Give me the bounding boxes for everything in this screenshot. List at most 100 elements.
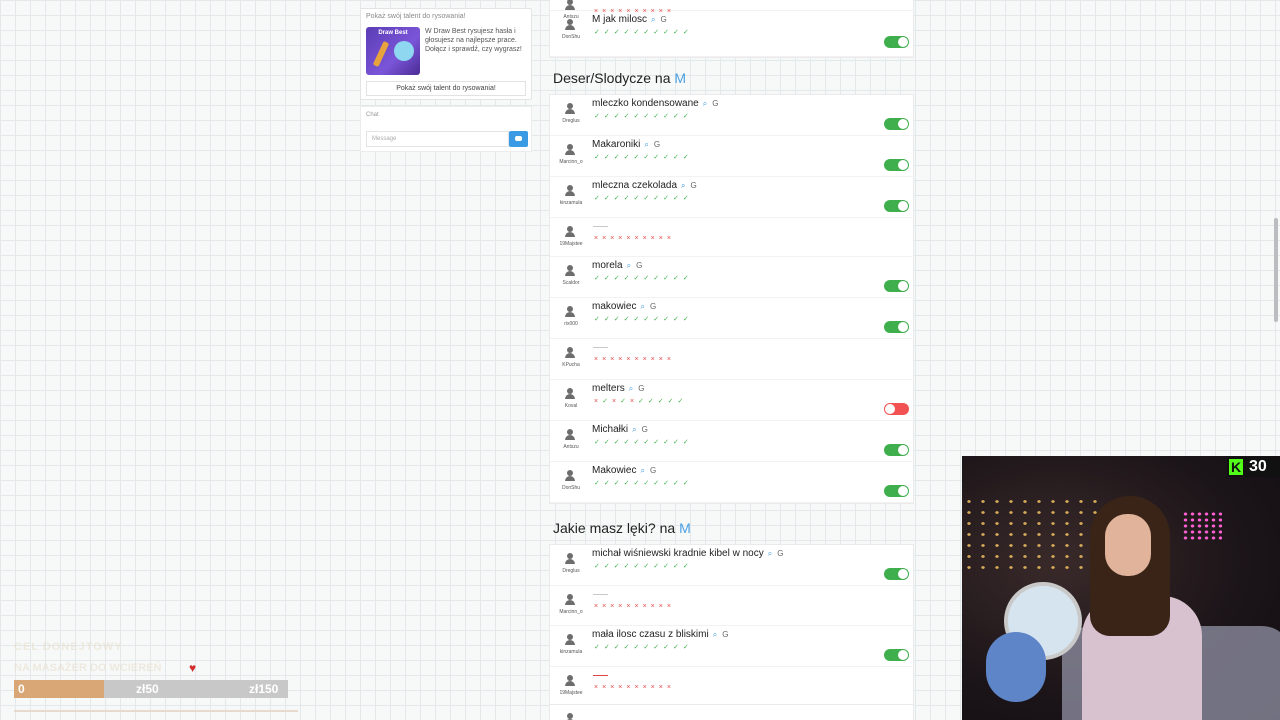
check-icon: ✓	[682, 644, 693, 651]
answer-row: Scaldor morela ⌕ G ✓✓✓✓✓✓✓✓✓✓	[550, 257, 914, 298]
check-icon: ✓	[673, 275, 683, 282]
section-card: Dreglus mleczko kondensowane ⌕ G ✓✓✓✓✓✓✓✓✓✓ M…	[549, 94, 914, 504]
username: rix000	[564, 321, 578, 327]
empty-answer	[593, 594, 608, 595]
accept-toggle[interactable]	[884, 649, 909, 661]
accept-toggle[interactable]	[884, 159, 909, 171]
check-icon: ✓	[638, 398, 648, 405]
check-icon: ✓	[602, 398, 612, 405]
search-icon[interactable]: ⌕	[644, 140, 648, 150]
user-avatar-icon	[564, 0, 576, 11]
check-icon: ✓	[623, 29, 634, 36]
cross-icon: ×	[642, 356, 651, 363]
vote-marks: ✓✓✓✓✓✓✓✓✓✓	[594, 643, 693, 651]
search-icon[interactable]: ⌕	[651, 15, 655, 25]
check-icon: ✓	[594, 563, 604, 570]
check-icon: ✓	[682, 154, 693, 161]
answer-row: Dreglus mleczko kondensowane ⌕ G ✓✓✓✓✓✓✓✓✓✓	[550, 95, 914, 136]
section-title-text: Jakie masz lęki? na	[553, 520, 676, 536]
check-icon: ✓	[657, 398, 668, 405]
google-icon[interactable]: G	[642, 425, 648, 434]
search-icon[interactable]: ⌕	[713, 630, 717, 640]
check-icon: ✓	[603, 644, 614, 651]
google-icon[interactable]: G	[712, 99, 718, 108]
google-icon[interactable]: G	[650, 302, 656, 311]
google-icon[interactable]: G	[661, 15, 667, 24]
chat-message-input[interactable]: Message	[366, 131, 509, 147]
search-icon[interactable]: ⌕	[629, 384, 633, 394]
accept-toggle[interactable]	[884, 280, 909, 292]
scrollbar-thumb[interactable]	[1274, 218, 1278, 322]
check-icon: ✓	[673, 439, 683, 446]
accept-toggle[interactable]	[884, 485, 909, 497]
accept-toggle[interactable]	[884, 321, 909, 333]
check-icon: ✓	[594, 275, 604, 282]
accept-toggle[interactable]	[884, 403, 909, 415]
accept-toggle[interactable]	[884, 200, 909, 212]
accept-toggle[interactable]	[884, 36, 909, 48]
search-icon[interactable]: ⌕	[627, 261, 631, 271]
kick-logo-icon	[1229, 459, 1243, 475]
check-icon: ✓	[613, 29, 624, 36]
search-icon[interactable]: ⌕	[681, 181, 685, 191]
google-icon[interactable]: G	[650, 466, 656, 475]
google-icon[interactable]: G	[722, 630, 728, 639]
webcam-overlay	[962, 456, 1280, 720]
check-icon: ✓	[682, 113, 693, 120]
cross-icon: ×	[634, 356, 643, 363]
check-icon: ✓	[633, 480, 644, 487]
check-icon: ✓	[633, 195, 644, 202]
answer-text: mała ilosc czasu z bliskimi ⌕ G	[592, 629, 728, 640]
check-icon: ✓	[613, 480, 624, 487]
cross-icon: ×	[594, 235, 603, 242]
cross-icon: ×	[594, 603, 603, 610]
check-icon: ✓	[613, 316, 624, 323]
search-icon[interactable]: ⌕	[632, 425, 636, 435]
check-icon: ✓	[667, 398, 678, 405]
promo-image[interactable]: Draw Best	[366, 27, 420, 75]
username: Dreglus	[562, 118, 580, 124]
google-icon[interactable]: G	[636, 261, 642, 270]
search-icon[interactable]: ⌕	[703, 99, 707, 109]
vote-marks: ××××××××××	[594, 603, 675, 610]
google-icon[interactable]: G	[654, 140, 660, 149]
check-icon: ✓	[653, 480, 664, 487]
promo-button[interactable]: Pokaż swój talent do rysowania!	[366, 81, 526, 96]
promo-image-label: Draw Best	[378, 30, 408, 36]
search-icon[interactable]: ⌕	[640, 466, 644, 476]
google-icon[interactable]: G	[638, 384, 644, 393]
answer-row: Antszu ××××××××××	[550, 0, 914, 20]
page-scrollbar[interactable]	[1272, 0, 1280, 720]
check-icon: ✓	[620, 398, 630, 405]
check-icon: ✓	[643, 29, 654, 36]
accept-toggle[interactable]	[884, 444, 909, 456]
check-icon: ✓	[633, 439, 644, 446]
user-avatar-icon	[564, 470, 576, 482]
check-icon: ✓	[663, 113, 673, 120]
goal-mid: zł50	[136, 682, 159, 696]
search-icon[interactable]: ⌕	[640, 302, 644, 312]
answer-row: Marcinn_o ××××××××××	[550, 586, 914, 626]
accept-toggle[interactable]	[884, 568, 909, 580]
answer-label: michał wiśniewski kradnie kibel w nocy	[592, 548, 764, 559]
user-avatar-icon	[564, 553, 576, 565]
google-icon[interactable]: G	[777, 549, 783, 558]
section-title: Deser/Slodycze na M	[553, 70, 686, 86]
google-icon[interactable]: G	[691, 181, 697, 190]
check-icon: ✓	[623, 563, 634, 570]
check-icon: ✓	[677, 398, 688, 405]
send-message-button[interactable]	[509, 131, 528, 147]
username: Marcinn_o	[559, 159, 583, 165]
search-icon[interactable]: ⌕	[768, 549, 772, 559]
check-icon: ✓	[643, 644, 654, 651]
chat-panel: Chat Message	[360, 106, 532, 152]
answer-row: Dreglus michał wiśniewski kradnie kibel w…	[550, 545, 914, 586]
check-icon: ✓	[633, 644, 644, 651]
goal-subtitle: NA MASAŻER DO WCIEREŃ	[14, 662, 162, 674]
answer-text: Makowiec ⌕ G	[592, 465, 656, 476]
accept-toggle[interactable]	[884, 118, 909, 130]
answer-label: mleczna czekolada	[592, 180, 678, 191]
check-icon: ✓	[613, 563, 624, 570]
username: Dreglus	[562, 568, 580, 574]
user-avatar-icon	[564, 388, 576, 400]
